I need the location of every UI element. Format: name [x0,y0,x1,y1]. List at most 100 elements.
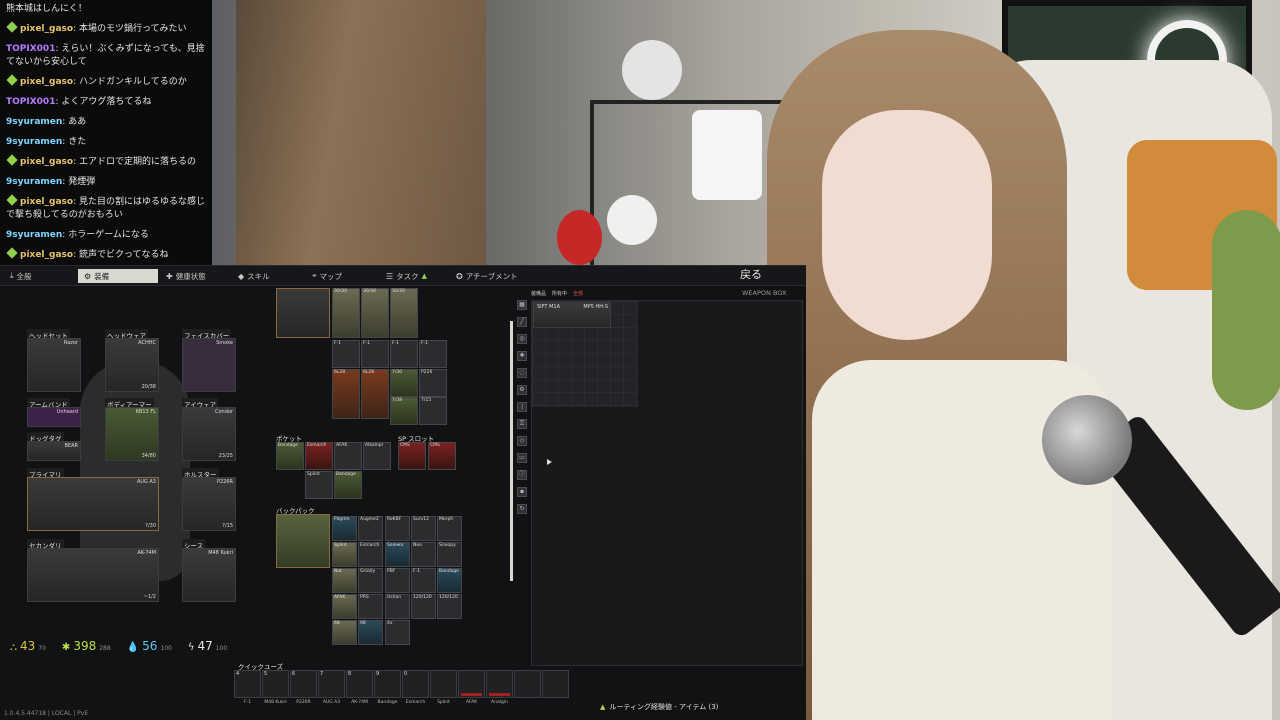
inventory-item[interactable]: Bandage [276,442,304,470]
inventory-item[interactable]: Snoopy [437,542,462,567]
quick-slot[interactable]: 5 M48 Kukri [262,670,289,705]
inventory-item[interactable]: Neo [411,542,436,567]
quick-slot[interactable]: Analgin [486,670,513,705]
body-armor-slot[interactable]: 6B13 FL 34/80 [105,407,159,461]
inventory-item[interactable]: P226 [419,369,447,397]
armband-slot[interactable]: Unheard [27,407,81,427]
inventory-item[interactable]: Surv12 [411,516,436,541]
inventory-item[interactable]: PRS [358,594,383,619]
chat-username[interactable]: 9syuramen [6,117,62,127]
inventory-scrollbar[interactable] [510,321,513,581]
inventory-item[interactable]: F-1 [411,568,436,593]
sheath-slot[interactable]: M48 Kukri [182,548,236,602]
chat-username[interactable]: 9syuramen [6,230,62,240]
chat-username[interactable]: TOPIX001 [6,44,55,54]
quick-slot[interactable] [514,670,541,698]
inventory-item[interactable]: Grizzly [358,568,383,593]
inventory-item[interactable]: RoKBF [385,516,410,541]
chat-username[interactable]: pixel_gaso [20,197,73,207]
inventory-item[interactable]: 120/120 [411,594,436,619]
food-filter-icon[interactable]: ◌ [517,368,527,378]
inventory-item[interactable]: F-1 [361,340,389,368]
tab-gear[interactable]: ⚙ 装備 [78,269,158,283]
dogtag-slot[interactable]: BEAR [27,441,81,461]
key-filter-icon[interactable]: ⚿ [517,419,527,429]
chat-username[interactable]: pixel_gaso [20,250,73,260]
weapon-filter-icon[interactable]: ╱ [517,317,527,327]
inventory-item[interactable]: Alkalnpl [363,442,391,470]
chat-username[interactable]: TOPIX001 [6,97,55,107]
stash-tab-owned[interactable]: 所有中 [552,290,567,300]
inventory-item[interactable]: Bandage [334,471,362,499]
inventory-item[interactable]: 6L28 [332,369,360,419]
inventory-item[interactable]: Bandage [437,568,462,593]
tactical-rig-slot[interactable] [276,288,330,338]
inventory-item[interactable]: Morph [437,516,462,541]
ammo-filter-icon[interactable]: ∣ [517,402,527,412]
inventory-item[interactable]: 98 [358,620,383,645]
inventory-item[interactable]: CMS [428,442,456,470]
inventory-item[interactable]: CMS [398,442,426,470]
quick-slot[interactable]: AFAK [458,670,485,705]
quick-slot[interactable] [542,670,569,698]
inventory-item[interactable]: F-1 [419,340,447,368]
container-filter-icon[interactable]: ▭ [517,453,527,463]
chat-username[interactable]: pixel_gaso [20,157,73,167]
settings-icon[interactable]: ⚙ [517,385,527,395]
inventory-item[interactable]: 68 [332,620,357,645]
misc-filter-icon[interactable]: ▪ [517,487,527,497]
inventory-item[interactable]: 7/15 [419,397,447,425]
gear-filter-icon[interactable]: ◎ [517,334,527,344]
inventory-item[interactable]: Nat [332,568,357,593]
inventory-item[interactable]: Salewa [385,542,410,567]
stash-tab-equipment[interactable]: 装備品 [531,290,546,300]
inventory-item[interactable]: 6L28 [361,369,389,419]
stash-tab-all[interactable]: 全部 [573,290,583,300]
inventory-item[interactable]: Esmarch [305,442,333,470]
chat-username[interactable]: pixel_gaso [20,24,73,34]
quick-slot[interactable]: Splint [430,670,457,705]
primary-weapon-slot[interactable]: AUG A3 ?/30 [27,477,159,531]
backpack-slot[interactable] [276,514,330,568]
inventory-item[interactable]: 7/38 [390,397,418,425]
stash-item[interactable]: SIFT M1A MP5 HH-S [533,302,611,328]
inventory-item[interactable]: Splint [305,471,333,499]
inventory-item[interactable]: Augme2 [358,516,383,541]
holster-slot[interactable]: P226R ?/15 [182,477,236,531]
quick-slot[interactable]: 9 Bandage [374,670,401,705]
tab-achievements[interactable]: ✪ アチーブメント [450,269,524,283]
inventory-item[interactable]: Pilgrim [332,516,357,541]
meds-filter-icon[interactable]: ✚ [517,351,527,361]
quick-slot[interactable]: 6 P226R [290,670,317,705]
tab-skills[interactable]: ◆ スキル [232,269,276,283]
inventory-item[interactable]: F-1 [332,340,360,368]
tab-map[interactable]: ⌖ マップ [306,269,348,283]
chat-username[interactable]: pixel_gaso [20,77,73,87]
headset-slot[interactable]: Razor [27,338,81,392]
inventory-item[interactable]: 120/120 [437,594,462,619]
face-cover-slot[interactable]: Smoke [182,338,236,392]
inventory-item[interactable]: AFAK [334,442,362,470]
tab-general[interactable]: ⤓ 全般 [4,269,38,283]
grid-view-icon[interactable]: ▦ [517,300,527,310]
inventory-item[interactable]: 4x [385,620,410,645]
info-filter-icon[interactable]: ⓘ [517,470,527,480]
inventory-item[interactable]: F-1 [390,340,418,368]
quick-slot[interactable]: 0 Esmarch [402,670,429,705]
chat-username[interactable]: 9syuramen [6,137,62,147]
inventory-item[interactable]: AFAK [332,594,357,619]
inventory-item[interactable]: 7/30 [390,369,418,397]
barter-filter-icon[interactable]: ◇ [517,436,527,446]
inventory-item[interactable]: 30/30 [361,288,389,338]
inventory-item[interactable]: Ushan [385,594,410,619]
eyewear-slot[interactable]: Condor 23/25 [182,407,236,461]
secondary-weapon-slot[interactable]: AK-74M ~1/2 [27,548,159,602]
chat-username[interactable]: 9syuramen [6,177,62,187]
inventory-item[interactable]: Esmarch [358,542,383,567]
inventory-item[interactable]: Splint [332,542,357,567]
quick-slot[interactable]: 7 AUG A3 [318,670,345,705]
tab-tasks[interactable]: ☰ タスク ▲ [380,269,433,283]
inventory-item[interactable]: 30/30 [390,288,418,338]
sort-icon[interactable]: ↻ [517,504,527,514]
quick-slot[interactable]: 4 F-1 [234,670,261,705]
